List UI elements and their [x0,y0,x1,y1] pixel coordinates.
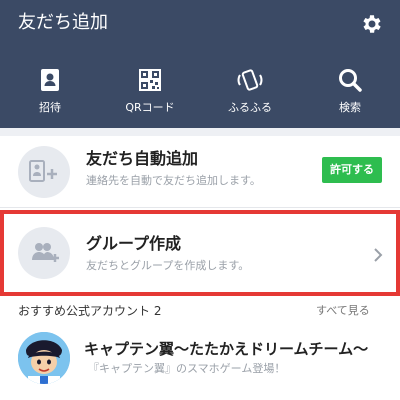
auto-add-subtitle: 連絡先を自動で友だち追加します。 [86,174,261,187]
recommended-count: 2 [153,304,162,318]
search-button[interactable]: 検索 [300,66,400,118]
search-icon [339,69,362,92]
official-account-name: キャプテン翼〜たたかえドリームチーム〜 [84,340,369,358]
create-group-subtitle: 友だちとグループを作成します。 [86,259,250,272]
chevron-right-icon [374,248,383,262]
shake-button[interactable]: ふるふる [200,66,300,118]
official-account-item[interactable]: キャプテン翼〜たたかえドリームチーム〜 『キャプテン翼』のスマホゲーム登場！ [0,324,400,400]
gear-icon[interactable] [360,12,384,36]
recommended-title: おすすめ公式アカウント 2 [18,304,161,318]
see-all-link[interactable]: すべて見る [316,304,370,318]
create-group-title: グループ作成 [86,234,182,253]
qr-code-label: QRコード [125,101,175,114]
qr-code-button[interactable]: QRコード [100,66,200,118]
auto-add-friends-row: 友だち自動追加 連絡先を自動で友だち追加します。 許可する [0,136,400,208]
create-group-row[interactable]: グループ作成 友だちとグループを作成します。 [0,210,400,296]
auto-add-title: 友だち自動追加 [86,149,199,168]
phone-add-icon [18,146,70,198]
invite-label: 招待 [39,101,61,114]
address-book-icon [41,69,59,91]
section-divider [0,128,400,136]
group-add-icon [18,227,70,279]
shake-phone-icon [237,69,263,91]
invite-button[interactable]: 招待 [0,66,100,118]
official-account-description: 『キャプテン翼』のスマホゲーム登場！ [88,362,286,375]
page-title: 友だち追加 [18,12,108,33]
search-label: 検索 [339,101,361,114]
avatar [18,332,70,384]
allow-button[interactable]: 許可する [322,157,382,183]
shake-label: ふるふる [228,101,272,114]
recommended-title-text: おすすめ公式アカウント [18,304,151,318]
add-method-toolbar: 招待 QRコード ふるふる 検索 [0,66,400,118]
recommended-section-header: おすすめ公式アカウント 2 すべて見る [0,296,400,324]
header-bar: 友だち追加 招待 QRコード ふるふる 検索 [0,0,400,128]
qr-code-icon [139,69,161,91]
